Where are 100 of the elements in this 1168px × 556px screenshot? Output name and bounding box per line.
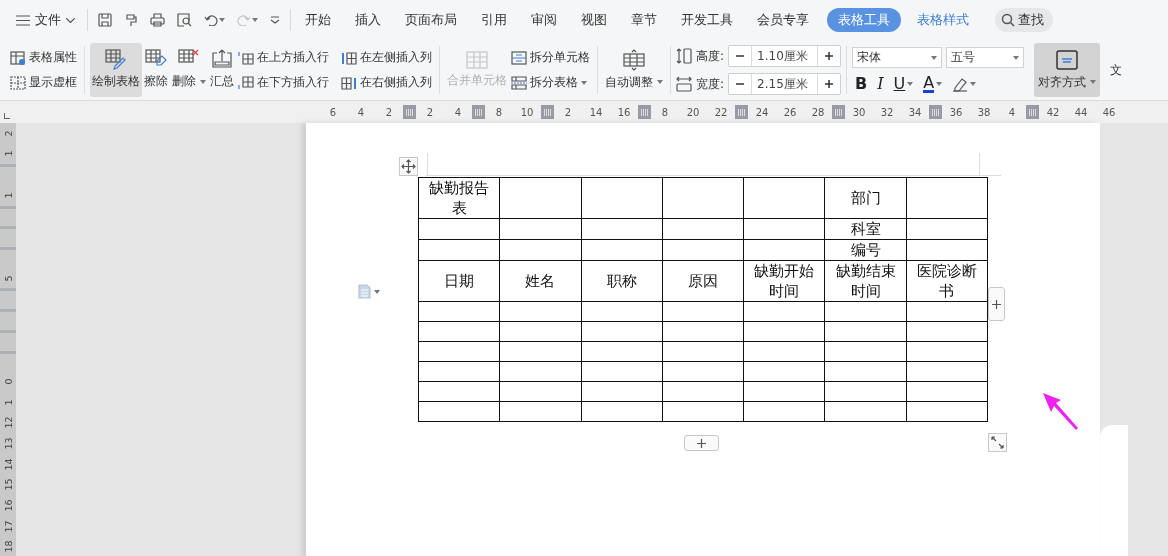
save-icon[interactable] xyxy=(98,13,112,27)
ruler-number: 36 xyxy=(948,106,964,118)
column-marker[interactable] xyxy=(1026,105,1039,119)
ruler-number: 24 xyxy=(754,106,770,118)
ribbon-button[interactable]: 在右侧插入列 xyxy=(339,73,434,92)
insert-column-left-icon xyxy=(341,50,357,65)
ruler-number: 2 xyxy=(384,106,394,118)
chevron-icon xyxy=(66,17,75,23)
caret-icon xyxy=(581,80,587,85)
column-marker[interactable] xyxy=(403,105,416,119)
ruler-number: 4 xyxy=(356,106,366,118)
preview-icon[interactable] xyxy=(177,13,192,27)
ribbon-button[interactable]: 擦除 xyxy=(142,43,170,97)
ruler-number: 14 xyxy=(2,458,14,471)
ribbon-button[interactable]: 拆分单元格 xyxy=(509,48,592,67)
ribbon-button[interactable]: 在下方插入行 xyxy=(236,73,331,92)
brush-icon[interactable] xyxy=(124,13,138,27)
file-menu[interactable]: 文件 xyxy=(12,8,79,32)
dropdown-icon[interactable] xyxy=(270,16,280,24)
search-button[interactable]: 查找 xyxy=(995,8,1053,32)
print-icon[interactable] xyxy=(150,13,165,27)
align-button[interactable]: 对齐方式 xyxy=(1034,43,1101,97)
add-row-button[interactable] xyxy=(684,435,719,451)
ruler-number: 38 xyxy=(976,106,992,118)
ribbon-button[interactable]: 绘制表格 xyxy=(90,43,142,97)
caret-icon xyxy=(219,18,225,22)
ribbon-button[interactable]: 删除 xyxy=(170,43,208,97)
format-button[interactable]: A xyxy=(920,74,946,93)
ruler-number: 2 xyxy=(425,106,435,118)
stepper-field[interactable]: 2.15厘米 xyxy=(728,73,842,95)
ribbon-button[interactable]: 在左侧插入列 xyxy=(339,48,434,67)
resize-handle[interactable] xyxy=(988,433,1007,452)
ruler-number: 2 xyxy=(563,106,573,118)
tab-stop-icon[interactable] xyxy=(4,113,10,119)
ruler-number: 18 xyxy=(2,540,14,553)
font-size-select[interactable]: 五号 xyxy=(946,47,1025,68)
add-column-button[interactable] xyxy=(988,287,1005,321)
menu-tab[interactable]: 表格样式 xyxy=(911,8,975,32)
plus-icon[interactable] xyxy=(824,79,835,89)
table-cell: 缺勤报告表 xyxy=(418,177,500,219)
ruler-number: 12 xyxy=(2,416,14,429)
ribbon-button[interactable]: 在上方插入行 xyxy=(236,48,331,67)
ruler-number: 15 xyxy=(2,478,14,491)
ruler-number: 1 xyxy=(2,192,14,199)
ruler-number: 8 xyxy=(660,106,670,118)
menu-tab[interactable]: 会员专享 xyxy=(751,8,815,32)
caret-icon xyxy=(374,289,380,294)
column-marker[interactable] xyxy=(735,105,748,119)
caret-icon xyxy=(907,81,914,86)
format-button[interactable]: I xyxy=(874,74,887,93)
ruler-number: 1 xyxy=(2,399,14,406)
menu-tab[interactable]: 引用 xyxy=(475,8,513,32)
menu-tab[interactable]: 视图 xyxy=(575,8,613,32)
stepper-field[interactable]: 1.10厘米 xyxy=(728,45,842,67)
undo-icon[interactable] xyxy=(204,14,218,26)
autofit-button[interactable]: 自动调整 xyxy=(603,43,665,97)
ribbon-label: 文 xyxy=(1110,61,1123,79)
menu-tab[interactable]: 审阅 xyxy=(525,8,563,32)
column-marker[interactable] xyxy=(832,105,845,119)
ribbon-button[interactable]: 汇总 xyxy=(208,43,236,97)
caret-icon xyxy=(200,79,206,84)
ruler-number: 8 xyxy=(494,106,504,118)
split-table-icon xyxy=(511,75,527,90)
row-height-icon xyxy=(676,48,692,64)
ruler-number: 4 xyxy=(453,106,463,118)
ribbon-button[interactable]: 表格属性 xyxy=(8,48,79,67)
caret-icon xyxy=(657,80,663,84)
table-gridlines-icon xyxy=(10,75,26,90)
insert-row-above-icon xyxy=(238,50,254,65)
insert-row-below-icon xyxy=(238,75,254,90)
column-marker[interactable] xyxy=(929,105,942,119)
menu-tab[interactable]: 章节 xyxy=(625,8,663,32)
ribbon-button[interactable]: 拆分表格 xyxy=(509,73,592,92)
column-marker[interactable] xyxy=(541,105,554,119)
column-marker[interactable] xyxy=(472,105,485,119)
format-button[interactable]: B xyxy=(852,74,871,93)
menu-tab[interactable]: 页面布局 xyxy=(399,8,463,32)
format-button[interactable]: U xyxy=(890,74,917,93)
font-select[interactable]: 宋体 xyxy=(852,47,943,68)
ruler-number: 34 xyxy=(907,106,923,118)
table-cell: 姓名 xyxy=(499,260,582,302)
split-cells-icon xyxy=(511,50,527,65)
ruler-number: 30 xyxy=(851,106,867,118)
move-handle[interactable] xyxy=(399,157,418,176)
insert-column-right-icon xyxy=(341,75,357,90)
ruler-number: 26 xyxy=(782,106,798,118)
table-cell: 编号 xyxy=(824,239,907,261)
menu-icon xyxy=(16,14,30,26)
column-marker[interactable] xyxy=(638,105,651,119)
menu-tab[interactable]: 插入 xyxy=(349,8,387,32)
caret-icon xyxy=(1013,55,1020,60)
ruler-number: 1 xyxy=(2,150,14,157)
caret-icon xyxy=(970,81,977,86)
menu-tab[interactable]: 开发工具 xyxy=(675,8,739,32)
menu-tab[interactable]: 开始 xyxy=(299,8,337,32)
plus-icon[interactable] xyxy=(824,51,835,61)
table-properties-icon xyxy=(10,50,26,65)
ruler-number: 6 xyxy=(328,106,338,118)
ribbon-button[interactable]: 显示虚框 xyxy=(8,73,79,92)
table-cell: 日期 xyxy=(418,260,500,302)
